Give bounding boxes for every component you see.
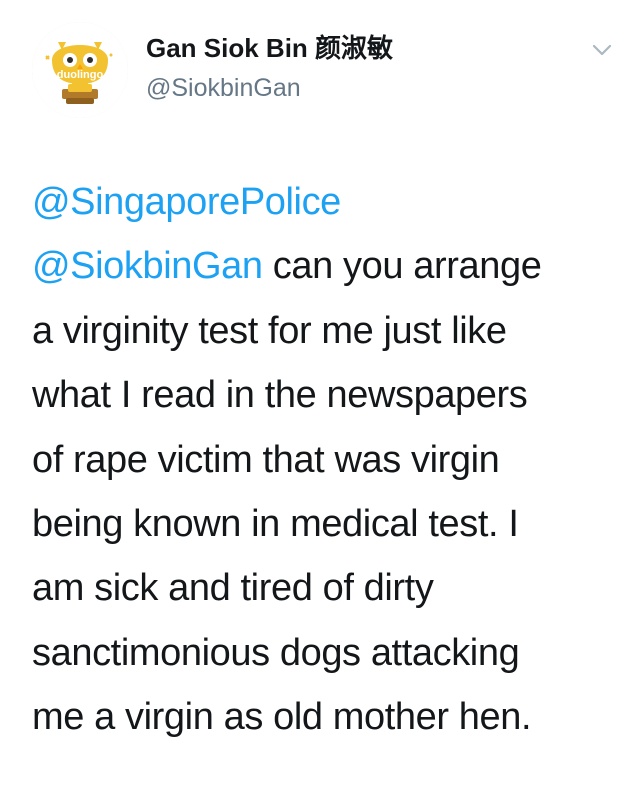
line-5: am sick and tired of dirty bbox=[32, 567, 434, 610]
line-6: sanctimonious dogs attacking bbox=[32, 631, 520, 674]
avatar-text: duolingo bbox=[57, 69, 104, 81]
avatar[interactable]: duolingo bbox=[32, 22, 128, 118]
author-block: Gan Siok Bin 颜淑敏 @SiokbinGan bbox=[146, 32, 393, 104]
chevron-down-icon[interactable] bbox=[588, 36, 616, 64]
line-4: being known in medical test. I bbox=[32, 503, 519, 546]
tweet-header: duolingo Gan Siok Bin 颜淑敏 @SiokbinGan bbox=[32, 20, 622, 120]
line-7: me a virgin as old mother hen. bbox=[32, 696, 532, 739]
mention-line-2: @SiokbinGan can you arrange bbox=[32, 234, 622, 298]
tweet-body: @SingaporePolice @SiokbinGan can you arr… bbox=[32, 170, 622, 750]
line-3: of rape victim that was virgin bbox=[32, 438, 500, 481]
line-2: what I read in the newspapers bbox=[32, 374, 528, 417]
duolingo-owl-icon: duolingo bbox=[32, 22, 128, 118]
mention-singaporepolice[interactable]: @SingaporePolice bbox=[32, 181, 341, 223]
tweet: duolingo Gan Siok Bin 颜淑敏 @SiokbinGan @S… bbox=[0, 0, 640, 800]
line-text-first: can you arrange bbox=[262, 245, 542, 288]
mention-line-1: @SingaporePolice bbox=[32, 170, 622, 234]
line-1: a virginity test for me just like bbox=[32, 309, 507, 352]
display-name[interactable]: Gan Siok Bin 颜淑敏 bbox=[146, 32, 393, 64]
mention-siokbingan[interactable]: @SiokbinGan bbox=[32, 245, 263, 287]
handle[interactable]: @SiokbinGan bbox=[146, 72, 393, 104]
